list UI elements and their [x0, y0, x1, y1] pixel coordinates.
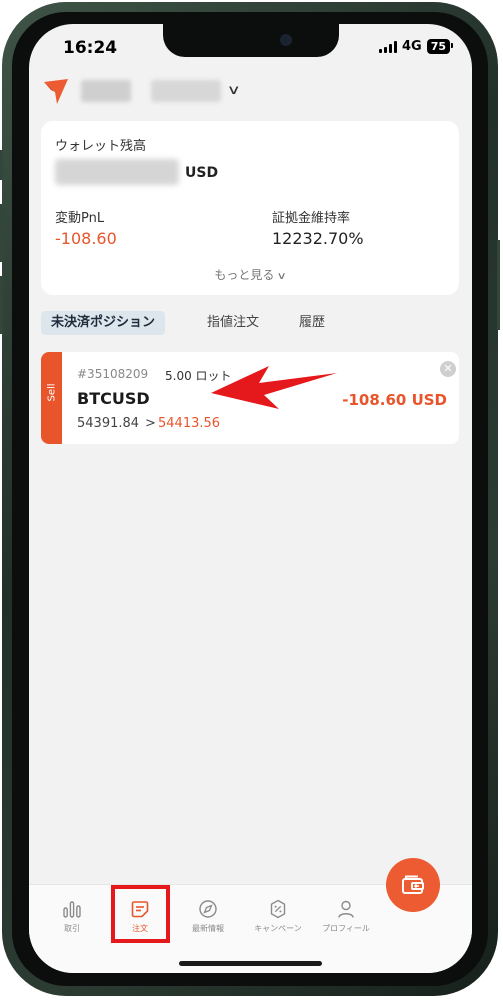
- nav-item-profile[interactable]: プロフィール: [314, 899, 378, 934]
- status-time: 16:24: [63, 38, 118, 58]
- tab-limit-orders[interactable]: 指値注文: [207, 311, 259, 335]
- nav-label-trade: 取引: [64, 924, 80, 933]
- account-id-redacted[interactable]: [151, 80, 221, 102]
- side-button-volume-up: [0, 204, 3, 262]
- position-ticket: #35108209: [77, 367, 149, 381]
- position-pnl: -108.60 USD: [342, 391, 447, 409]
- side-button-power: [497, 240, 500, 330]
- notch: [163, 24, 339, 57]
- tab-history[interactable]: 履歴: [299, 311, 325, 335]
- chevron-down-icon[interactable]: ∨: [227, 83, 241, 98]
- battery-icon: 75: [426, 39, 454, 54]
- floating-pnl-value: -108.60: [55, 229, 117, 248]
- app-logo-icon: [44, 79, 68, 104]
- coupon-badge-icon: [270, 899, 286, 919]
- nav-item-trade[interactable]: 取引: [40, 899, 104, 934]
- position-open-price: 54391.84: [77, 416, 140, 431]
- status-indicators: 4G 75: [379, 39, 454, 54]
- camera-icon: [280, 34, 292, 46]
- price-separator: >: [145, 416, 156, 431]
- side-button-silent: [0, 150, 3, 180]
- app-screen: 16:24 4G 75 ∨ ウォレット残高 USD 変動PnL -108.60 …: [29, 24, 472, 973]
- margin-level-label: 証拠金維持率: [272, 211, 351, 226]
- network-type: 4G: [402, 39, 422, 54]
- show-more-label: もっと見る: [214, 268, 275, 282]
- tab-open-positions[interactable]: 未決済ポジション: [41, 311, 166, 335]
- nav-item-news[interactable]: 最新情報: [176, 899, 240, 934]
- signal-icon: [379, 40, 397, 53]
- wallet-balance-currency: USD: [185, 165, 219, 181]
- nav-item-campaign[interactable]: キャンペーン: [246, 899, 310, 934]
- chart-bars-icon: [63, 901, 81, 918]
- account-name-redacted[interactable]: [81, 80, 131, 102]
- position-current-price: 54413.56: [158, 416, 221, 431]
- home-indicator: [179, 961, 322, 966]
- wallet-balance-label: ウォレット残高: [55, 139, 147, 154]
- margin-level-value: 12232.70%: [272, 229, 364, 248]
- close-position-icon[interactable]: ✕: [440, 361, 456, 377]
- position-side-badge: Sell: [41, 352, 62, 444]
- annotation-highlight-box: [111, 885, 170, 943]
- annotation-arrow-icon: [211, 366, 337, 409]
- floating-pnl-label: 変動PnL: [55, 211, 105, 226]
- wallet-transfer-icon: [402, 875, 424, 894]
- chevron-down-icon: ∨: [276, 271, 288, 282]
- compass-icon: [199, 900, 217, 918]
- deposit-fab-button[interactable]: [386, 858, 440, 912]
- app-header: ∨: [43, 76, 463, 108]
- show-more-button[interactable]: もっと見る ∨: [41, 266, 459, 283]
- person-icon: [338, 900, 354, 918]
- nav-label-profile: プロフィール: [322, 924, 370, 933]
- nav-label-news: 最新情報: [192, 924, 224, 933]
- wallet-balance-redacted: [55, 159, 179, 185]
- position-symbol: BTCUSD: [77, 389, 150, 408]
- position-side-label: Sell: [46, 383, 58, 402]
- wallet-card: ウォレット残高 USD 変動PnL -108.60 証拠金維持率 12232.7…: [41, 121, 459, 295]
- nav-label-campaign: キャンペーン: [254, 924, 302, 933]
- side-button-volume-down: [0, 276, 3, 334]
